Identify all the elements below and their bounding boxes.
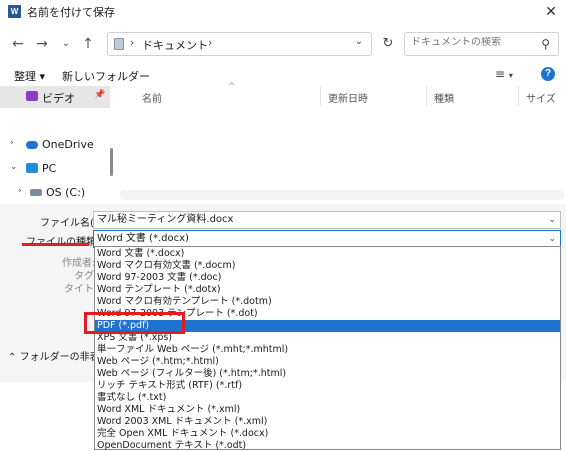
filetype-option[interactable]: Word 文書 (*.docx) [95, 248, 560, 260]
breadcrumb-location[interactable]: ドキュメント [142, 37, 208, 53]
filetype-option[interactable]: Word 2003 XML ドキュメント (*.xml) [95, 416, 560, 428]
chevron-down-icon[interactable]: ⌄ [548, 231, 556, 247]
annotation-underline [22, 243, 89, 246]
sidebar-item-onedrive[interactable]: › OneDrive [0, 134, 110, 156]
view-list-icon: ≡ [495, 67, 506, 81]
column-modified[interactable]: 更新日時 [328, 90, 368, 105]
column-divider[interactable] [518, 86, 519, 106]
help-button[interactable]: ? [541, 67, 555, 81]
command-bar: 整理 ▾ 新しいフォルダー ≡ ▾ ? [0, 64, 566, 86]
close-icon: ✕ [545, 4, 557, 20]
new-folder-button[interactable]: 新しいフォルダー [62, 68, 150, 84]
document-folder-icon [114, 38, 124, 50]
search-input[interactable] [411, 37, 531, 48]
filetype-option[interactable]: 書式なし (*.txt) [95, 392, 560, 404]
filetype-option[interactable]: Word マクロ有効テンプレート (*.dotm) [95, 296, 560, 308]
filetype-dropdown-list[interactable]: Word 文書 (*.docx) Word マクロ有効文書 (*.docm) Wor… [94, 246, 561, 451]
cloud-icon [26, 141, 38, 149]
column-type[interactable]: 種類 [434, 90, 454, 105]
arrow-left-icon: ← [12, 36, 24, 52]
video-icon [26, 91, 38, 101]
chevron-down-icon: ⌄ [61, 38, 71, 49]
drive-icon [30, 189, 42, 196]
sidebar-item-pc[interactable]: ⌄ PC [0, 158, 110, 180]
filetype-option[interactable]: Word マクロ有効文書 (*.docm) [95, 260, 560, 272]
chevron-up-icon: ⌃ [8, 352, 17, 363]
sort-arrow-icon: ^ [228, 82, 236, 92]
sidebar-item-label: OS (C:) [46, 186, 86, 199]
sidebar-item-os-drive[interactable]: › OS (C:) [0, 182, 110, 204]
up-button[interactable]: ↑ [78, 34, 98, 54]
filetype-option[interactable]: OpenDocument テキスト (*.odt) [95, 440, 560, 451]
breadcrumb-chevron-icon: › [130, 36, 135, 49]
filetype-option[interactable]: Word XML ドキュメント (*.xml) [95, 404, 560, 416]
filetype-option[interactable]: 完全 Open XML ドキュメント (*.docx) [95, 428, 560, 440]
help-icon: ? [544, 68, 552, 79]
close-button[interactable]: ✕ [536, 0, 566, 24]
filetype-option[interactable]: 単一ファイル Web ページ (*.mht;*.mhtml) [95, 344, 560, 356]
column-name[interactable]: 名前 [142, 90, 162, 105]
horizontal-scrollbar[interactable] [120, 190, 564, 200]
filetype-value: Word 文書 (*.docx) [97, 233, 189, 244]
sidebar-scrollbar[interactable] [110, 148, 113, 176]
navigation-pane: ビデオ 📌 › OneDrive ⌄ PC › OS (C:) [0, 86, 115, 204]
chevron-down-icon: ▾ [508, 71, 513, 80]
chevron-right-icon[interactable]: › [10, 138, 14, 148]
chevron-right-icon[interactable]: › [18, 186, 22, 196]
word-app-icon: W [8, 5, 21, 18]
column-divider[interactable] [426, 86, 427, 106]
filetype-option[interactable]: Web ページ (フィルター後) (*.htm;*.html) [95, 368, 560, 380]
chevron-down-icon[interactable]: ⌄ [10, 162, 18, 172]
title-bar: W 名前を付けて保存 ✕ [0, 0, 566, 24]
search-icon[interactable]: ⚲ [541, 37, 550, 51]
pc-icon [26, 163, 38, 173]
pin-icon[interactable]: 📌 [94, 90, 105, 100]
column-divider[interactable] [320, 86, 321, 106]
sidebar-item-label: ビデオ [42, 92, 75, 105]
filename-value: マル秘ミーティング資料.docx [97, 214, 234, 225]
filename-field[interactable]: マル秘ミーティング資料.docx ⌄ [93, 211, 561, 229]
chevron-down-icon[interactable]: ⌄ [548, 212, 556, 228]
arrow-right-icon: → [36, 36, 48, 52]
sidebar-item-label: PC [42, 162, 57, 175]
recent-locations-button[interactable]: ⌄ [56, 34, 76, 54]
filetype-option[interactable]: Word テンプレート (*.dotx) [95, 284, 560, 296]
annotation-highlight-box [84, 312, 185, 334]
filetype-option[interactable]: リッチ テキスト形式 (RTF) (*.rtf) [95, 380, 560, 392]
filetype-option[interactable]: Web ページ (*.htm;*.html) [95, 356, 560, 368]
organize-button[interactable]: 整理 ▾ [14, 68, 45, 84]
address-bar[interactable]: › ドキュメント › ⌄ [107, 32, 372, 56]
breadcrumb-chevron-icon: › [208, 36, 213, 49]
file-list-header: ^ 名前 更新日時 種類 サイズ [120, 82, 566, 106]
view-options-button[interactable]: ≡ ▾ [495, 67, 513, 81]
arrow-up-icon: ↑ [82, 36, 94, 52]
sidebar-item-label: OneDrive [42, 138, 94, 151]
back-button[interactable]: ← [8, 34, 28, 54]
search-box[interactable]: ⚲ [404, 32, 559, 56]
refresh-icon: ↻ [382, 36, 394, 51]
refresh-button[interactable]: ↻ [378, 34, 398, 54]
sidebar-item-video[interactable]: ビデオ 📌 [0, 86, 110, 108]
forward-button[interactable]: → [32, 34, 52, 54]
filetype-option[interactable]: Word 97-2003 文書 (*.doc) [95, 272, 560, 284]
address-dropdown-icon[interactable]: ⌄ [355, 36, 363, 47]
column-size[interactable]: サイズ [526, 90, 556, 105]
window-title: 名前を付けて保存 [27, 6, 115, 19]
